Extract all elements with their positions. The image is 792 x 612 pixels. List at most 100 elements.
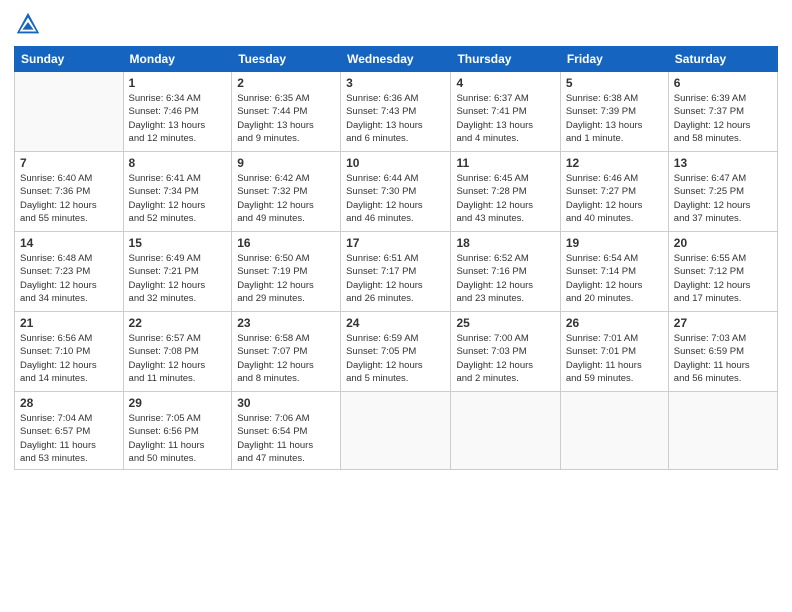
calendar-body: 1 Sunrise: 6:34 AM Sunset: 7:46 PM Daylig… <box>15 72 778 470</box>
cell-info: Sunrise: 6:38 AM Sunset: 7:39 PM Dayligh… <box>566 92 663 145</box>
cell-date: 23 <box>237 316 335 330</box>
cell-date: 3 <box>346 76 445 90</box>
cell-info: Sunrise: 6:52 AM Sunset: 7:16 PM Dayligh… <box>456 252 554 305</box>
cell-info: Sunrise: 6:45 AM Sunset: 7:28 PM Dayligh… <box>456 172 554 225</box>
cell-date: 19 <box>566 236 663 250</box>
calendar-cell: 14Sunrise: 6:48 AM Sunset: 7:23 PM Dayli… <box>15 232 124 312</box>
cell-info: Sunrise: 6:44 AM Sunset: 7:30 PM Dayligh… <box>346 172 445 225</box>
calendar-cell: 27 Sunrise: 7:03 AM Sunset: 6:59 PM Dayli… <box>668 312 777 392</box>
calendar-cell: 20 Sunrise: 6:55 AM Sunset: 7:12 PM Dayli… <box>668 232 777 312</box>
cell-date: 5 <box>566 76 663 90</box>
calendar-cell: 24 Sunrise: 6:59 AM Sunset: 7:05 PM Dayli… <box>341 312 451 392</box>
calendar-cell <box>560 392 668 470</box>
cell-info: Sunrise: 6:58 AM Sunset: 7:07 PM Dayligh… <box>237 332 335 385</box>
calendar-cell: 16 Sunrise: 6:50 AM Sunset: 7:19 PM Dayli… <box>232 232 341 312</box>
cell-info: Sunrise: 6:59 AM Sunset: 7:05 PM Dayligh… <box>346 332 445 385</box>
calendar-cell: 2 Sunrise: 6:35 AM Sunset: 7:44 PM Daylig… <box>232 72 341 152</box>
cell-info: Sunrise: 6:49 AM Sunset: 7:21 PM Dayligh… <box>129 252 227 305</box>
cell-info: Sunrise: 6:42 AM Sunset: 7:32 PM Dayligh… <box>237 172 335 225</box>
calendar-cell: 5 Sunrise: 6:38 AM Sunset: 7:39 PM Daylig… <box>560 72 668 152</box>
cell-date: 28 <box>20 396 118 410</box>
calendar-week: 28 Sunrise: 7:04 AM Sunset: 6:57 PM Dayli… <box>15 392 778 470</box>
cell-info: Sunrise: 6:37 AM Sunset: 7:41 PM Dayligh… <box>456 92 554 145</box>
calendar-cell: 10 Sunrise: 6:44 AM Sunset: 7:30 PM Dayli… <box>341 152 451 232</box>
calendar-week: 1 Sunrise: 6:34 AM Sunset: 7:46 PM Daylig… <box>15 72 778 152</box>
cell-date: 11 <box>456 156 554 170</box>
cell-date: 13 <box>674 156 772 170</box>
cell-info: Sunrise: 7:03 AM Sunset: 6:59 PM Dayligh… <box>674 332 772 385</box>
page: SundayMondayTuesdayWednesdayThursdayFrid… <box>0 0 792 612</box>
cell-date: 4 <box>456 76 554 90</box>
calendar-cell: 30 Sunrise: 7:06 AM Sunset: 6:54 PM Dayli… <box>232 392 341 470</box>
calendar-cell: 6Sunrise: 6:39 AM Sunset: 7:37 PM Daylig… <box>668 72 777 152</box>
weekday-header: Sunday <box>15 47 124 72</box>
cell-info: Sunrise: 6:35 AM Sunset: 7:44 PM Dayligh… <box>237 92 335 145</box>
cell-info: Sunrise: 7:01 AM Sunset: 7:01 PM Dayligh… <box>566 332 663 385</box>
cell-date: 8 <box>129 156 227 170</box>
calendar-cell: 19Sunrise: 6:54 AM Sunset: 7:14 PM Dayli… <box>560 232 668 312</box>
cell-info: Sunrise: 7:04 AM Sunset: 6:57 PM Dayligh… <box>20 412 118 465</box>
cell-date: 20 <box>674 236 772 250</box>
cell-date: 1 <box>129 76 227 90</box>
cell-date: 25 <box>456 316 554 330</box>
weekday-header: Tuesday <box>232 47 341 72</box>
cell-date: 30 <box>237 396 335 410</box>
weekday-header: Thursday <box>451 47 560 72</box>
cell-info: Sunrise: 6:50 AM Sunset: 7:19 PM Dayligh… <box>237 252 335 305</box>
calendar-cell <box>15 72 124 152</box>
calendar-cell: 11 Sunrise: 6:45 AM Sunset: 7:28 PM Dayli… <box>451 152 560 232</box>
calendar-cell: 4 Sunrise: 6:37 AM Sunset: 7:41 PM Daylig… <box>451 72 560 152</box>
cell-date: 24 <box>346 316 445 330</box>
calendar-cell: 3 Sunrise: 6:36 AM Sunset: 7:43 PM Daylig… <box>341 72 451 152</box>
cell-info: Sunrise: 7:05 AM Sunset: 6:56 PM Dayligh… <box>129 412 227 465</box>
cell-date: 15 <box>129 236 227 250</box>
cell-date: 9 <box>237 156 335 170</box>
calendar-cell: 17Sunrise: 6:51 AM Sunset: 7:17 PM Dayli… <box>341 232 451 312</box>
weekday-header: Monday <box>123 47 232 72</box>
cell-info: Sunrise: 7:06 AM Sunset: 6:54 PM Dayligh… <box>237 412 335 465</box>
cell-date: 12 <box>566 156 663 170</box>
calendar-cell: 29 Sunrise: 7:05 AM Sunset: 6:56 PM Dayli… <box>123 392 232 470</box>
calendar-cell: 1 Sunrise: 6:34 AM Sunset: 7:46 PM Daylig… <box>123 72 232 152</box>
calendar-cell: 21 Sunrise: 6:56 AM Sunset: 7:10 PM Dayli… <box>15 312 124 392</box>
cell-info: Sunrise: 6:39 AM Sunset: 7:37 PM Dayligh… <box>674 92 772 145</box>
cell-date: 29 <box>129 396 227 410</box>
calendar-cell: 26 Sunrise: 7:01 AM Sunset: 7:01 PM Dayli… <box>560 312 668 392</box>
cell-info: Sunrise: 6:46 AM Sunset: 7:27 PM Dayligh… <box>566 172 663 225</box>
logo-icon <box>14 10 42 38</box>
weekday-header: Wednesday <box>341 47 451 72</box>
cell-date: 21 <box>20 316 118 330</box>
calendar-cell <box>451 392 560 470</box>
calendar-week: 7 Sunrise: 6:40 AM Sunset: 7:36 PM Daylig… <box>15 152 778 232</box>
calendar-cell: 12 Sunrise: 6:46 AM Sunset: 7:27 PM Dayli… <box>560 152 668 232</box>
cell-date: 10 <box>346 156 445 170</box>
cell-info: Sunrise: 6:40 AM Sunset: 7:36 PM Dayligh… <box>20 172 118 225</box>
cell-date: 26 <box>566 316 663 330</box>
cell-info: Sunrise: 6:36 AM Sunset: 7:43 PM Dayligh… <box>346 92 445 145</box>
calendar-cell: 22Sunrise: 6:57 AM Sunset: 7:08 PM Dayli… <box>123 312 232 392</box>
calendar-cell: 9 Sunrise: 6:42 AM Sunset: 7:32 PM Daylig… <box>232 152 341 232</box>
calendar-header: SundayMondayTuesdayWednesdayThursdayFrid… <box>15 47 778 72</box>
cell-info: Sunrise: 6:41 AM Sunset: 7:34 PM Dayligh… <box>129 172 227 225</box>
calendar: SundayMondayTuesdayWednesdayThursdayFrid… <box>14 46 778 470</box>
cell-info: Sunrise: 6:51 AM Sunset: 7:17 PM Dayligh… <box>346 252 445 305</box>
header <box>14 10 778 38</box>
calendar-cell: 28 Sunrise: 7:04 AM Sunset: 6:57 PM Dayli… <box>15 392 124 470</box>
cell-date: 27 <box>674 316 772 330</box>
weekday-header: Friday <box>560 47 668 72</box>
calendar-cell <box>341 392 451 470</box>
calendar-week: 21 Sunrise: 6:56 AM Sunset: 7:10 PM Dayli… <box>15 312 778 392</box>
cell-info: Sunrise: 6:56 AM Sunset: 7:10 PM Dayligh… <box>20 332 118 385</box>
cell-date: 7 <box>20 156 118 170</box>
logo <box>14 10 46 38</box>
cell-info: Sunrise: 7:00 AM Sunset: 7:03 PM Dayligh… <box>456 332 554 385</box>
cell-date: 16 <box>237 236 335 250</box>
calendar-cell: 13Sunrise: 6:47 AM Sunset: 7:25 PM Dayli… <box>668 152 777 232</box>
calendar-cell: 23 Sunrise: 6:58 AM Sunset: 7:07 PM Dayli… <box>232 312 341 392</box>
calendar-cell: 15 Sunrise: 6:49 AM Sunset: 7:21 PM Dayli… <box>123 232 232 312</box>
cell-info: Sunrise: 6:55 AM Sunset: 7:12 PM Dayligh… <box>674 252 772 305</box>
cell-info: Sunrise: 6:57 AM Sunset: 7:08 PM Dayligh… <box>129 332 227 385</box>
cell-info: Sunrise: 6:34 AM Sunset: 7:46 PM Dayligh… <box>129 92 227 145</box>
cell-date: 2 <box>237 76 335 90</box>
calendar-cell: 8 Sunrise: 6:41 AM Sunset: 7:34 PM Daylig… <box>123 152 232 232</box>
